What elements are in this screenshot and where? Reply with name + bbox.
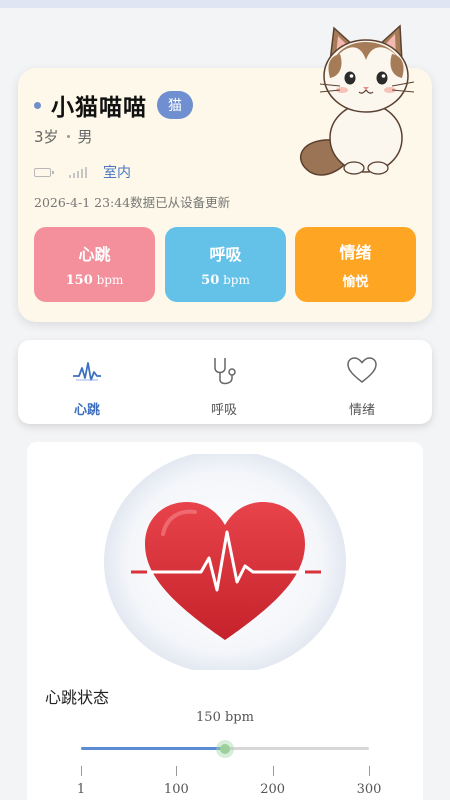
tab-heartbeat[interactable]: 心跳	[47, 354, 127, 418]
heartbeat-panel: 心跳状态 150 bpm 1 100 200 300	[27, 442, 423, 800]
breathing-metric-card[interactable]: 呼吸 50 bpm	[165, 227, 286, 302]
slider-ticks: 1 100 200 300	[77, 766, 381, 797]
heartbeat-slider[interactable]	[81, 740, 369, 758]
metric-label: 心跳	[78, 245, 111, 264]
slider-fill	[81, 747, 225, 750]
metric-value: 150 bpm	[65, 273, 124, 288]
heart-outline-icon	[347, 357, 377, 383]
location-label: 室内	[103, 165, 131, 181]
tab-label: 心跳	[73, 403, 100, 418]
stethoscope-icon	[214, 358, 236, 385]
metric-label: 情绪	[339, 243, 372, 262]
mood-metric-card[interactable]: 情绪 愉悦	[295, 227, 416, 302]
metric-label: 呼吸	[209, 245, 242, 264]
slider-tick-label: 300	[356, 782, 382, 797]
device-status-row: 室内	[34, 162, 131, 182]
slider-tick	[272, 766, 274, 776]
metric-value: 愉悦	[342, 275, 369, 290]
pet-name-row: 小猫喵喵 猫	[34, 88, 193, 122]
species-badge: 猫	[157, 91, 193, 119]
heartbeat-metric-card[interactable]: 心跳 150 bpm	[34, 227, 155, 302]
pet-age: 3岁	[34, 128, 59, 146]
slider-thumb[interactable]	[215, 740, 234, 758]
slider-tick	[369, 766, 370, 776]
name-bullet-dot	[34, 101, 41, 109]
update-timestamp: 2026-4-1 23:44数据已从设备更新	[34, 195, 231, 210]
tab-breathing[interactable]: 呼吸	[184, 354, 264, 418]
tab-label: 呼吸	[210, 403, 237, 418]
slider-tick	[176, 766, 178, 776]
slider-tick-label: 1	[76, 782, 86, 797]
pet-gender: 男	[77, 128, 93, 146]
info-separator	[66, 135, 70, 138]
slider-tick-label: 200	[260, 782, 286, 797]
heartbeat-heart-icon	[104, 454, 346, 670]
pet-name: 小猫喵喵	[51, 95, 147, 121]
tab-mood[interactable]: 情绪	[322, 354, 402, 418]
slider-tick	[81, 766, 82, 776]
slider-tick-label: 100	[163, 782, 189, 797]
panel-title: 心跳状态	[45, 688, 110, 707]
heartbeat-wave-icon	[73, 362, 101, 381]
pet-info-row: 3岁 男	[34, 126, 93, 147]
bpm-readout: 150 bpm	[196, 710, 254, 725]
top-status-strip	[0, 0, 450, 8]
battery-icon	[34, 167, 54, 177]
tab-label: 情绪	[348, 403, 375, 418]
metric-tab-bar: 心跳 呼吸 情绪	[18, 340, 432, 424]
cat-avatar-icon	[299, 24, 415, 176]
signal-icon	[69, 166, 87, 178]
metric-value: 50 bpm	[201, 273, 250, 288]
